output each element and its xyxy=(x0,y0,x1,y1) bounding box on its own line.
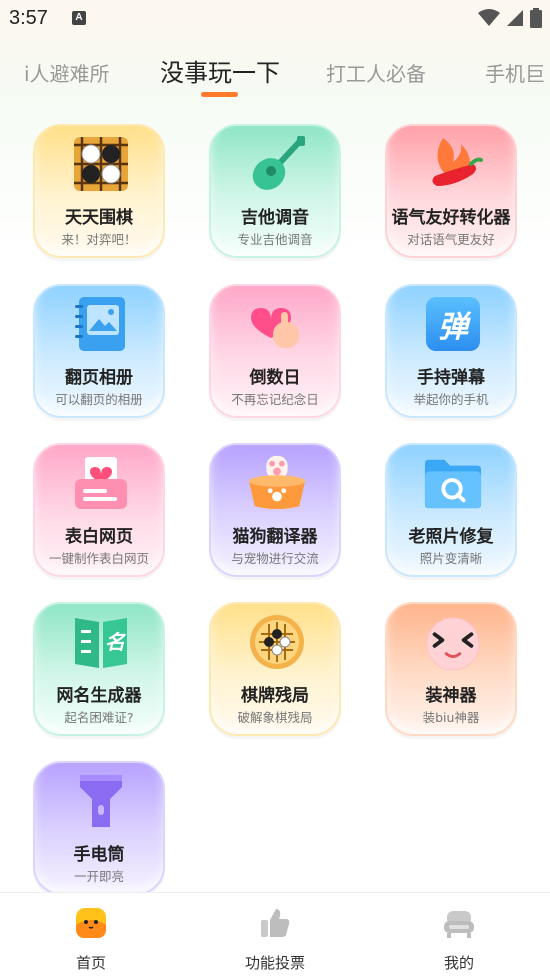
card-title: 表白网页 xyxy=(65,527,133,547)
cool-face-icon xyxy=(423,612,483,672)
card-flashlight[interactable]: 手电筒 一开即亮 xyxy=(33,761,165,895)
wifi-icon xyxy=(478,9,500,26)
card-title: 天天围棋 xyxy=(65,208,133,228)
card-tone-converter[interactable]: 语气友好转化器 对话语气更友好 xyxy=(385,124,517,258)
status-bar: 3:57 A xyxy=(0,0,550,38)
pet-bowl-icon xyxy=(247,453,307,513)
card-subtitle: 对话语气更友好 xyxy=(407,232,495,247)
thumbs-up-icon xyxy=(261,909,290,937)
nav-label: 功能投票 xyxy=(244,954,305,972)
card-subtitle: 起名困难证? xyxy=(64,710,134,725)
card-subtitle: 举起你的手机 xyxy=(413,392,489,407)
card-nickname-generator[interactable]: 名 网名生成器 起名困难证? xyxy=(33,602,165,736)
category-tabs: i人避难所 没事玩一下 打工人必备 手机巨 xyxy=(0,46,550,102)
card-title: 翻页相册 xyxy=(65,368,133,388)
danmaku-glyph: 弹 xyxy=(426,297,480,351)
card-pretend[interactable]: 装神器 装biu神器 xyxy=(385,602,517,736)
card-title: 棋牌残局 xyxy=(241,686,309,706)
card-title: 老照片修复 xyxy=(408,527,494,547)
card-subtitle: 可以翻页的相册 xyxy=(55,392,143,407)
flashlight-icon xyxy=(71,771,131,831)
card-chess-endgame[interactable]: 棋牌残局 破解象棋残局 xyxy=(209,602,341,736)
card-subtitle: 装biu神器 xyxy=(422,710,480,725)
tab-worker[interactable]: 打工人必备 xyxy=(326,58,426,87)
battery-icon xyxy=(530,8,542,28)
card-photo-restore[interactable]: 老照片修复 照片变清晰 xyxy=(385,443,517,577)
name-glyph: 名 xyxy=(105,630,125,654)
status-time: 3:57 xyxy=(9,7,48,29)
active-tab-indicator xyxy=(201,92,238,97)
card-title: 吉他调音 xyxy=(241,208,309,228)
home-face-icon xyxy=(76,908,106,938)
card-title: 手电筒 xyxy=(73,845,125,865)
card-guitar[interactable]: 吉他调音 专业吉他调音 xyxy=(209,124,341,258)
card-go[interactable]: 天天围棋 来！对弈吧！ xyxy=(33,124,165,258)
card-love-page[interactable]: 表白网页 一键制作表白网页 xyxy=(33,443,165,577)
card-countdown[interactable]: 倒数日 不再忘记纪念日 xyxy=(209,284,341,418)
folder-search-icon xyxy=(423,453,483,513)
card-subtitle: 专业吉他调音 xyxy=(237,232,313,247)
card-danmaku[interactable]: 弹 手持弹幕 举起你的手机 xyxy=(385,284,517,418)
card-pet-translator[interactable]: 猫狗翻译器 与宠物进行交流 xyxy=(209,443,341,577)
card-title: 倒数日 xyxy=(249,368,301,388)
nav-vote[interactable]: 功能投票 xyxy=(225,905,325,973)
nav-label: 我的 xyxy=(443,954,474,972)
card-subtitle: 来！对弈吧！ xyxy=(61,232,137,247)
card-subtitle: 一开即亮 xyxy=(73,869,124,884)
tab-play[interactable]: 没事玩一下 xyxy=(160,53,280,88)
card-subtitle: 一键制作表白网页 xyxy=(48,551,149,566)
chess-board-icon xyxy=(247,612,307,672)
signal-icon xyxy=(507,10,523,26)
danmaku-icon: 弹 xyxy=(423,294,483,354)
nav-label: 首页 xyxy=(75,954,106,972)
card-subtitle: 与宠物进行交流 xyxy=(231,551,319,566)
card-subtitle: 照片变清晰 xyxy=(419,551,483,566)
card-title: 网名生成器 xyxy=(56,686,142,706)
photo-album-icon xyxy=(71,294,131,354)
card-title: 手持弹幕 xyxy=(417,368,485,388)
love-letter-icon xyxy=(71,453,131,513)
guitar-icon xyxy=(247,134,307,194)
card-title: 装神器 xyxy=(425,686,477,706)
notification-icon: A xyxy=(72,11,86,25)
profile-chair-icon xyxy=(444,911,474,938)
tab-phone[interactable]: 手机巨 xyxy=(485,58,545,87)
card-flip-album[interactable]: 翻页相册 可以翻页的相册 xyxy=(33,284,165,418)
nav-home[interactable]: 首页 xyxy=(41,905,141,973)
card-title: 语气友好转化器 xyxy=(391,208,511,228)
card-subtitle: 不再忘记纪念日 xyxy=(231,392,319,407)
bottom-nav: 首页 功能投票 我的 xyxy=(0,892,550,979)
chili-pepper-icon xyxy=(423,134,483,194)
status-indicators xyxy=(478,8,542,28)
nav-mine[interactable]: 我的 xyxy=(409,905,509,973)
tab-i-shelter[interactable]: i人避难所 xyxy=(24,58,110,87)
heart-hand-icon xyxy=(247,294,307,354)
go-board-icon xyxy=(71,134,131,194)
card-title: 猫狗翻译器 xyxy=(232,527,318,547)
name-book-icon: 名 xyxy=(71,612,131,672)
card-subtitle: 破解象棋残局 xyxy=(237,710,313,725)
